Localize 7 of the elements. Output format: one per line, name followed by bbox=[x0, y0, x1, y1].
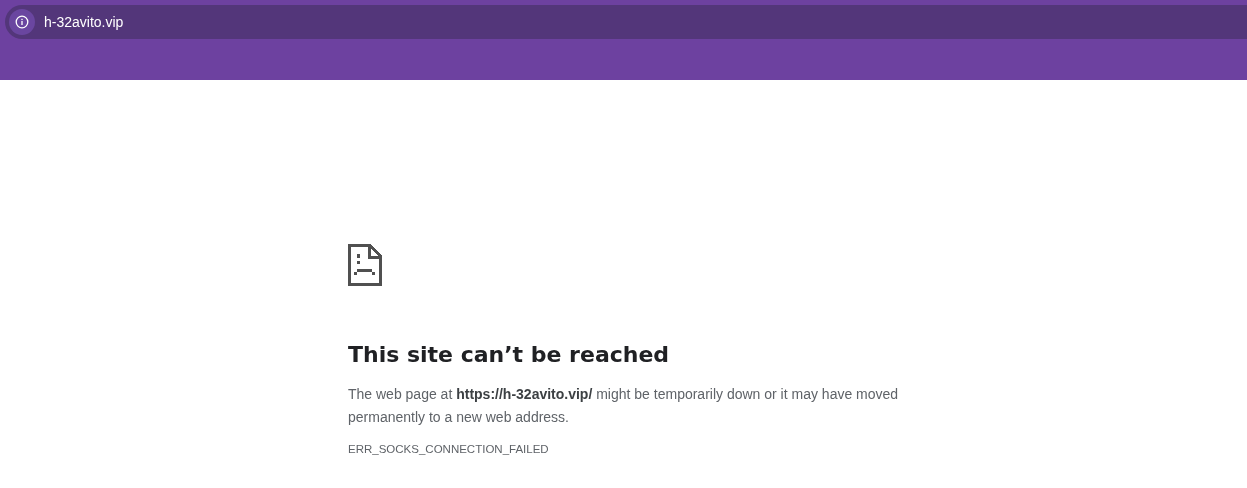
info-icon[interactable] bbox=[15, 15, 29, 29]
url-text: h-32avito.vip bbox=[44, 14, 124, 30]
error-code: ERR_SOCKS_CONNECTION_FAILED bbox=[348, 443, 550, 455]
address-bar[interactable]: h-32avito.vip bbox=[5, 5, 1247, 39]
error-heading: This site can’t be reached bbox=[348, 341, 671, 369]
error-message: The web page at https://h-32avito.vip/ might be temporarily down or it may have moved permanently to a new web address. bbox=[348, 385, 900, 427]
sad-page-icon bbox=[348, 244, 382, 286]
